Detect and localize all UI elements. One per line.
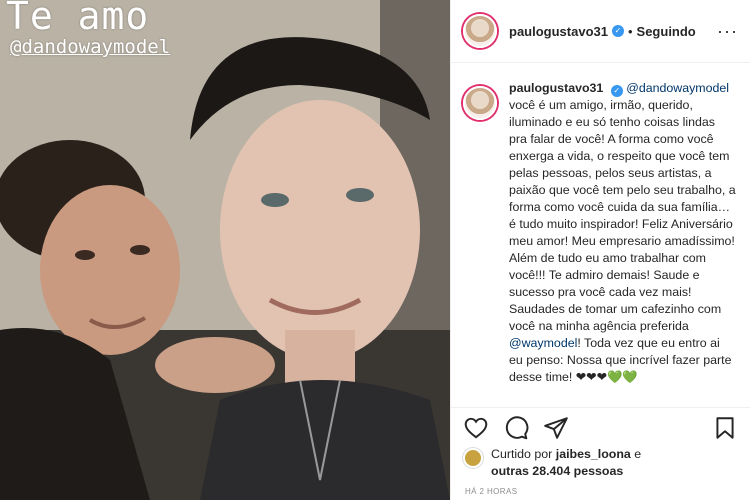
send-icon[interactable] xyxy=(543,415,569,441)
likes-summary: Curtido por jaibes_loona e outras 28.404… xyxy=(463,446,740,480)
comment-icon[interactable] xyxy=(503,415,529,441)
post-timestamp[interactable]: HÁ 2 HORAS xyxy=(465,487,517,496)
likes-others-link[interactable]: outras 28.404 pessoas xyxy=(491,464,623,478)
story-handle-text[interactable]: @dandowaymodel xyxy=(10,36,170,58)
author-username[interactable]: paulogustavo31 xyxy=(509,24,608,39)
bookmark-icon[interactable] xyxy=(712,415,738,441)
author-avatar[interactable] xyxy=(463,14,497,48)
post-details-panel: paulogustavo31 ✓ • Seguindo ··· paulogus… xyxy=(450,0,750,500)
caption: paulogustavo31 ✓ @dandowaymodel você é u… xyxy=(451,80,750,400)
liker-username[interactable]: jaibes_loona xyxy=(556,447,631,461)
likes-conj: e xyxy=(634,447,642,461)
verified-badge-icon: ✓ xyxy=(610,85,623,97)
following-button[interactable]: Seguindo xyxy=(637,24,696,39)
separator-dot: • xyxy=(627,23,633,39)
heart-icon[interactable] xyxy=(463,415,489,441)
caption-body-1: você é um amigo, irmão, querido, ilumina… xyxy=(509,98,736,333)
caption-text: paulogustavo31 ✓ @dandowaymodel você é u… xyxy=(509,80,736,400)
likes-prefix: Curtido por xyxy=(491,447,553,461)
caption-mention-dandowaymodel[interactable]: @dandowaymodel xyxy=(626,81,729,95)
ellipsis-icon[interactable]: ··· xyxy=(717,22,738,40)
photo-illustration xyxy=(0,0,450,500)
liker-avatar[interactable] xyxy=(463,448,483,468)
post-header: paulogustavo31 ✓ • Seguindo ··· xyxy=(451,0,750,63)
caption-avatar[interactable] xyxy=(463,86,497,120)
action-bar xyxy=(451,407,750,447)
caption-username[interactable]: paulogustavo31 xyxy=(509,81,603,95)
verified-badge-icon: ✓ xyxy=(611,25,624,37)
likes-text: Curtido por jaibes_loona e outras 28.404… xyxy=(491,446,641,480)
caption-mention-waymodel[interactable]: @waymodel xyxy=(509,336,577,350)
story-title-text: Te amo xyxy=(6,0,150,38)
post-photo[interactable]: Te amo @dandowaymodel xyxy=(0,0,450,500)
